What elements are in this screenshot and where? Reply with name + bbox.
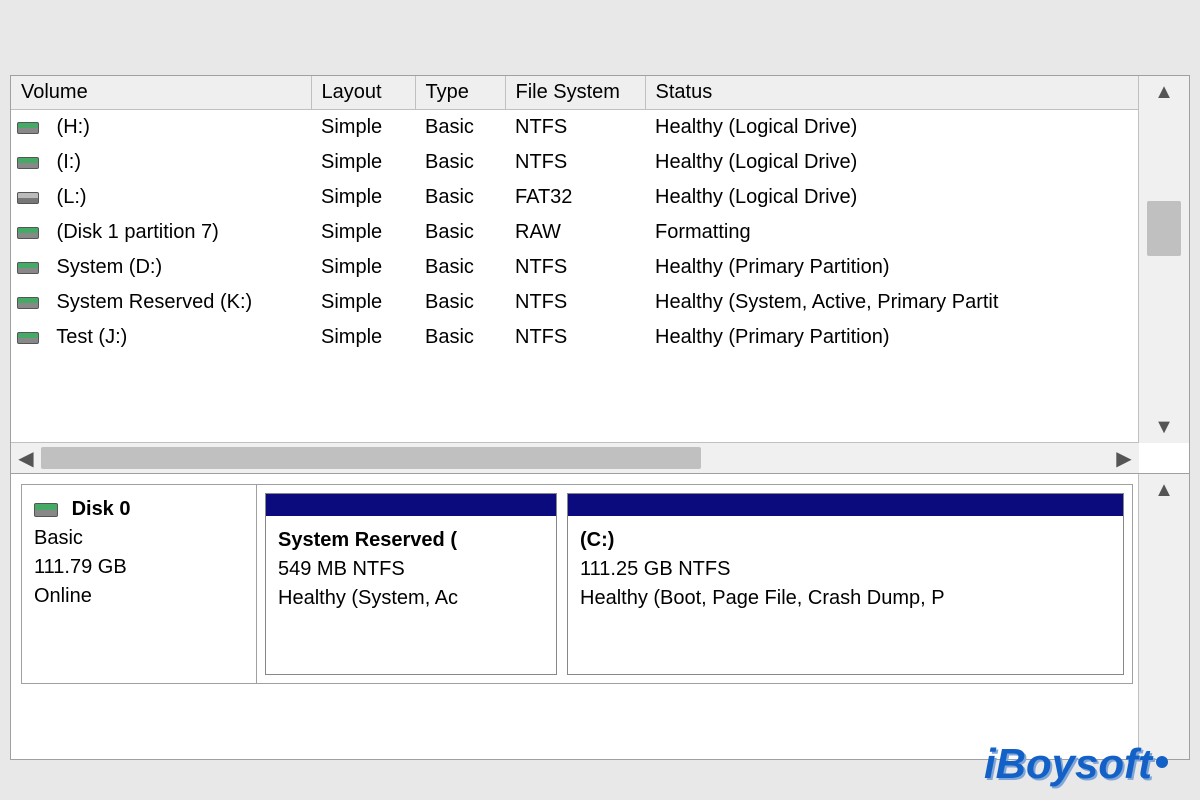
col-volume[interactable]: Volume [11,76,311,110]
col-status[interactable]: Status [645,76,1139,110]
partition-header [266,494,556,516]
disk-map-pane: Disk 0 Basic 111.79 GB Online System Res… [11,474,1189,759]
drive-icon [17,332,39,344]
disk-map-vertical-scrollbar[interactable]: ▲ [1138,474,1189,759]
disk-row[interactable]: Disk 0 Basic 111.79 GB Online System Res… [21,484,1133,684]
watermark: iBoysoft [984,740,1170,788]
scroll-down-icon[interactable]: ▼ [1139,411,1189,443]
column-header-row[interactable]: Volume Layout Type File System Status [11,76,1139,110]
table-row[interactable]: (Disk 1 partition 7)SimpleBasicRAWFormat… [11,215,1139,250]
table-row[interactable]: System (D:)SimpleBasicNTFSHealthy (Prima… [11,250,1139,285]
table-row[interactable]: Test (J:)SimpleBasicNTFSHealthy (Primary… [11,320,1139,355]
disk-size: 111.79 GB [34,556,127,578]
drive-icon [17,122,39,134]
scroll-thumb[interactable] [1147,201,1181,256]
volume-table[interactable]: Volume Layout Type File System Status (H… [11,76,1139,443]
volume-list-vertical-scrollbar[interactable]: ▲ ▼ [1138,76,1189,443]
disk-state: Online [34,585,92,607]
drive-icon [17,157,39,169]
volume-list-horizontal-scrollbar[interactable]: ◀ ▶ [11,442,1139,473]
drive-icon [17,192,39,204]
drive-icon [17,227,39,239]
scroll-thumb[interactable] [41,447,701,469]
table-row[interactable]: (L:)SimpleBasicFAT32Healthy (Logical Dri… [11,180,1139,215]
disk-management-window: Volume Layout Type File System Status (H… [10,75,1190,760]
scroll-left-icon[interactable]: ◀ [11,443,41,473]
table-row[interactable]: System Reserved (K:)SimpleBasicNTFSHealt… [11,285,1139,320]
partition-body: (C:)111.25 GB NTFSHealthy (Boot, Page Fi… [568,516,1123,674]
scroll-up-icon[interactable]: ▲ [1139,76,1189,108]
partition-header [568,494,1123,516]
col-type[interactable]: Type [415,76,505,110]
partition-body: System Reserved (549 MB NTFSHealthy (Sys… [266,516,556,674]
disk-icon [34,503,58,517]
table-row[interactable]: (H:)SimpleBasicNTFSHealthy (Logical Driv… [11,110,1139,146]
volume-list-pane: Volume Layout Type File System Status (H… [11,76,1189,474]
disk-title: Disk 0 [72,498,131,520]
col-filesystem[interactable]: File System [505,76,645,110]
scroll-up-icon[interactable]: ▲ [1139,474,1189,506]
table-row[interactable]: (I:)SimpleBasicNTFSHealthy (Logical Driv… [11,145,1139,180]
disk-info: Disk 0 Basic 111.79 GB Online [22,485,257,683]
scroll-right-icon[interactable]: ▶ [1109,443,1139,473]
disk-type: Basic [34,527,83,549]
drive-icon [17,262,39,274]
partition[interactable]: System Reserved (549 MB NTFSHealthy (Sys… [265,493,557,675]
drive-icon [17,297,39,309]
col-layout[interactable]: Layout [311,76,415,110]
partition[interactable]: (C:)111.25 GB NTFSHealthy (Boot, Page Fi… [567,493,1124,675]
